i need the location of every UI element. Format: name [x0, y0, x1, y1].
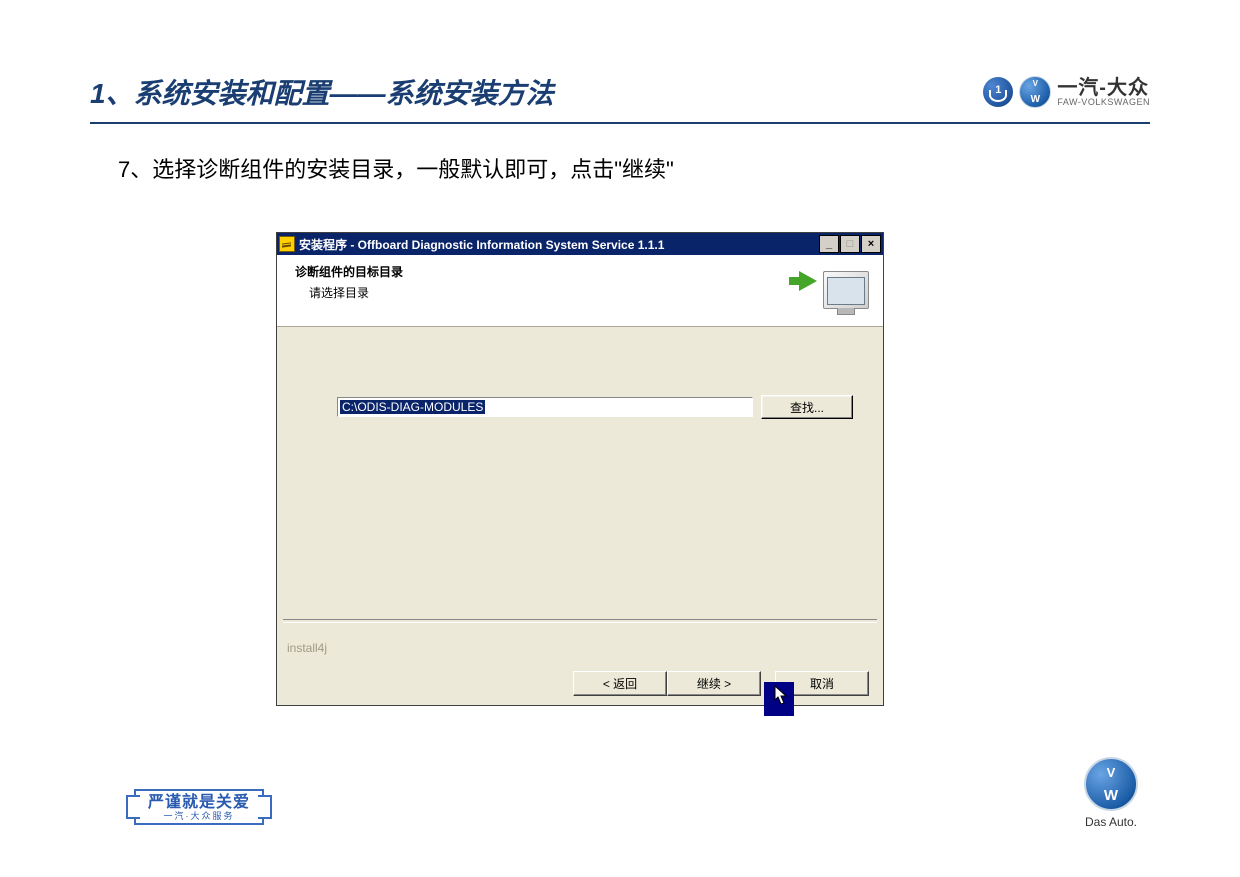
- das-auto-text: Das Auto.: [1084, 815, 1138, 829]
- back-button[interactable]: < 返回: [573, 671, 667, 696]
- install4j-watermark: install4j: [287, 641, 327, 655]
- install-path-value: C:\ODIS-DIAG-MODULES: [340, 400, 485, 414]
- footer-separator: [283, 619, 877, 623]
- browse-button[interactable]: 查找...: [761, 395, 853, 419]
- title-divider: [90, 122, 1150, 124]
- wizard-heading: 诊断组件的目标目录: [295, 263, 403, 280]
- faw-logo-icon: 1: [983, 77, 1013, 107]
- minimize-button[interactable]: _: [819, 235, 839, 253]
- cursor-pointer-icon: [764, 682, 794, 716]
- slide-title: 1、系统安装和配置——系统安装方法: [90, 72, 554, 112]
- service-badge: 严谨就是关爱 一汽·大众服务: [134, 789, 264, 825]
- maximize-button[interactable]: □: [840, 235, 860, 253]
- vw-logo-icon: VW: [1019, 76, 1051, 108]
- install-path-input[interactable]: C:\ODIS-DIAG-MODULES: [337, 397, 753, 417]
- step-description: 7、选择诊断组件的安装目录，一般默认即可，点击"继续": [118, 152, 674, 184]
- window-title: 安装程序 - Offboard Diagnostic Information S…: [299, 236, 819, 253]
- vw-logo-icon: VW: [1084, 757, 1138, 811]
- installer-window: 安装程序 - Offboard Diagnostic Information S…: [276, 232, 884, 706]
- window-title-bar[interactable]: 安装程序 - Offboard Diagnostic Information S…: [277, 233, 883, 255]
- vw-footer-logo: VW Das Auto.: [1084, 757, 1138, 829]
- brand-block: 1 VW 一汽-大众 FAW-VOLKSWAGEN: [983, 76, 1150, 108]
- close-button[interactable]: ×: [861, 235, 881, 253]
- brand-name-en: FAW-VOLKSWAGEN: [1057, 98, 1150, 107]
- next-button[interactable]: 继续 >: [667, 671, 761, 696]
- wizard-header: 诊断组件的目标目录 请选择目录: [277, 255, 883, 327]
- brand-name-cn: 一汽-大众: [1057, 78, 1150, 98]
- slide-header: 1、系统安装和配置——系统安装方法 1 VW 一汽-大众 FAW-VOLKSWA…: [90, 72, 1150, 112]
- wizard-subheading: 请选择目录: [295, 284, 403, 301]
- installer-app-icon: [279, 236, 295, 252]
- wizard-body: C:\ODIS-DIAG-MODULES 查找... install4j: [277, 327, 883, 661]
- service-slogan: 严谨就是关爱: [148, 795, 250, 812]
- service-subtext: 一汽·大众服务: [148, 812, 250, 821]
- install-to-computer-icon: [799, 263, 869, 315]
